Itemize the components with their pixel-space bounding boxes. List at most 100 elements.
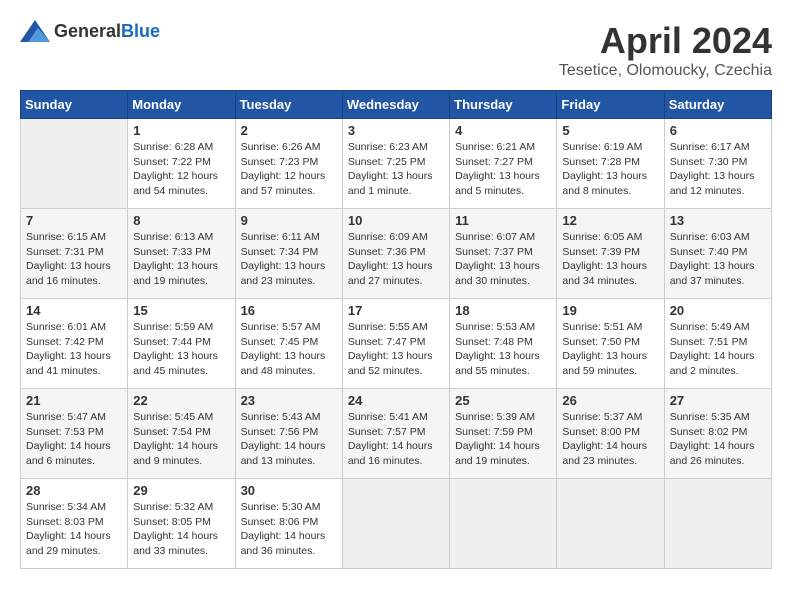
calendar-cell: 16 Sunrise: 5:57 AM Sunset: 7:45 PM Dayli… (235, 299, 342, 389)
calendar-cell (557, 479, 664, 569)
logo-text-blue: Blue (121, 21, 160, 41)
header-cell-monday: Monday (128, 91, 235, 119)
header-cell-thursday: Thursday (450, 91, 557, 119)
calendar-week-4: 21Sunrise: 5:47 AM Sunset: 7:53 PM Dayli… (21, 389, 772, 479)
calendar-cell: 23 Sunrise: 5:43 AM Sunset: 7:56 PM Dayli… (235, 389, 342, 479)
calendar-cell: 27Sunrise: 5:35 AM Sunset: 8:02 PM Dayli… (664, 389, 771, 479)
calendar-cell: 6 Sunrise: 6:17 AM Sunset: 7:30 PM Daylig… (664, 119, 771, 209)
day-info: Sunrise: 6:23 AM Sunset: 7:25 PM Dayligh… (348, 140, 444, 199)
day-info: Sunrise: 5:43 AM Sunset: 7:56 PM Dayligh… (241, 410, 337, 469)
day-info: Sunrise: 6:17 AM Sunset: 7:30 PM Dayligh… (670, 140, 766, 199)
day-info: Sunrise: 5:51 AM Sunset: 7:50 PM Dayligh… (562, 320, 658, 379)
day-info: Sunrise: 5:59 AM Sunset: 7:44 PM Dayligh… (133, 320, 229, 379)
calendar-week-3: 14Sunrise: 6:01 AM Sunset: 7:42 PM Dayli… (21, 299, 772, 389)
day-number: 26 (562, 393, 658, 408)
day-info: Sunrise: 5:53 AM Sunset: 7:48 PM Dayligh… (455, 320, 551, 379)
day-info: Sunrise: 6:11 AM Sunset: 7:34 PM Dayligh… (241, 230, 337, 289)
calendar-cell: 25 Sunrise: 5:39 AM Sunset: 7:59 PM Dayli… (450, 389, 557, 479)
calendar-table: SundayMondayTuesdayWednesdayThursdayFrid… (20, 90, 772, 569)
calendar-cell: 11 Sunrise: 6:07 AM Sunset: 7:37 PM Dayli… (450, 209, 557, 299)
day-number: 27 (670, 393, 766, 408)
header-cell-tuesday: Tuesday (235, 91, 342, 119)
calendar-cell: 26 Sunrise: 5:37 AM Sunset: 8:00 PM Dayli… (557, 389, 664, 479)
day-number: 19 (562, 303, 658, 318)
calendar-cell: 21Sunrise: 5:47 AM Sunset: 7:53 PM Dayli… (21, 389, 128, 479)
day-number: 8 (133, 213, 229, 228)
day-number: 22 (133, 393, 229, 408)
header-cell-friday: Friday (557, 91, 664, 119)
calendar-week-5: 28 Sunrise: 5:34 AM Sunset: 8:03 PM Dayli… (21, 479, 772, 569)
day-info: Sunrise: 6:13 AM Sunset: 7:33 PM Dayligh… (133, 230, 229, 289)
day-info: Sunrise: 6:28 AM Sunset: 7:22 PM Dayligh… (133, 140, 229, 199)
calendar-body: 1 Sunrise: 6:28 AM Sunset: 7:22 PM Daylig… (21, 119, 772, 569)
day-info: Sunrise: 5:57 AM Sunset: 7:45 PM Dayligh… (241, 320, 337, 379)
header-cell-sunday: Sunday (21, 91, 128, 119)
day-info: Sunrise: 6:07 AM Sunset: 7:37 PM Dayligh… (455, 230, 551, 289)
day-number: 16 (241, 303, 337, 318)
logo: GeneralBlue (20, 20, 160, 42)
calendar-cell: 18 Sunrise: 5:53 AM Sunset: 7:48 PM Dayli… (450, 299, 557, 389)
calendar-cell: 4 Sunrise: 6:21 AM Sunset: 7:27 PM Daylig… (450, 119, 557, 209)
day-number: 18 (455, 303, 551, 318)
calendar-cell: 8 Sunrise: 6:13 AM Sunset: 7:33 PM Daylig… (128, 209, 235, 299)
day-number: 28 (26, 483, 122, 498)
day-info: Sunrise: 5:45 AM Sunset: 7:54 PM Dayligh… (133, 410, 229, 469)
month-year-title: April 2024 (559, 20, 772, 62)
day-number: 30 (241, 483, 337, 498)
day-info: Sunrise: 5:41 AM Sunset: 7:57 PM Dayligh… (348, 410, 444, 469)
calendar-week-1: 1 Sunrise: 6:28 AM Sunset: 7:22 PM Daylig… (21, 119, 772, 209)
day-number: 24 (348, 393, 444, 408)
day-info: Sunrise: 5:49 AM Sunset: 7:51 PM Dayligh… (670, 320, 766, 379)
calendar-cell (664, 479, 771, 569)
day-number: 7 (26, 213, 122, 228)
day-info: Sunrise: 5:37 AM Sunset: 8:00 PM Dayligh… (562, 410, 658, 469)
calendar-cell: 14Sunrise: 6:01 AM Sunset: 7:42 PM Dayli… (21, 299, 128, 389)
calendar-header: SundayMondayTuesdayWednesdayThursdayFrid… (21, 91, 772, 119)
day-number: 4 (455, 123, 551, 138)
calendar-cell: 15 Sunrise: 5:59 AM Sunset: 7:44 PM Dayli… (128, 299, 235, 389)
day-number: 25 (455, 393, 551, 408)
calendar-cell: 2 Sunrise: 6:26 AM Sunset: 7:23 PM Daylig… (235, 119, 342, 209)
day-info: Sunrise: 5:32 AM Sunset: 8:05 PM Dayligh… (133, 500, 229, 559)
day-number: 12 (562, 213, 658, 228)
day-number: 3 (348, 123, 444, 138)
day-info: Sunrise: 6:03 AM Sunset: 7:40 PM Dayligh… (670, 230, 766, 289)
header-cell-saturday: Saturday (664, 91, 771, 119)
day-info: Sunrise: 6:21 AM Sunset: 7:27 PM Dayligh… (455, 140, 551, 199)
calendar-cell: 3 Sunrise: 6:23 AM Sunset: 7:25 PM Daylig… (342, 119, 449, 209)
day-number: 9 (241, 213, 337, 228)
day-info: Sunrise: 6:01 AM Sunset: 7:42 PM Dayligh… (26, 320, 122, 379)
day-number: 2 (241, 123, 337, 138)
logo-icon (20, 20, 50, 42)
day-number: 23 (241, 393, 337, 408)
day-number: 17 (348, 303, 444, 318)
logo-text-general: General (54, 21, 121, 41)
page-header: GeneralBlue April 2024 Tesetice, Olomouc… (20, 20, 772, 80)
day-number: 11 (455, 213, 551, 228)
calendar-cell (342, 479, 449, 569)
calendar-cell: 20 Sunrise: 5:49 AM Sunset: 7:51 PM Dayli… (664, 299, 771, 389)
day-info: Sunrise: 5:47 AM Sunset: 7:53 PM Dayligh… (26, 410, 122, 469)
calendar-cell (21, 119, 128, 209)
day-number: 1 (133, 123, 229, 138)
calendar-cell: 9 Sunrise: 6:11 AM Sunset: 7:34 PM Daylig… (235, 209, 342, 299)
day-info: Sunrise: 5:39 AM Sunset: 7:59 PM Dayligh… (455, 410, 551, 469)
day-number: 6 (670, 123, 766, 138)
day-number: 10 (348, 213, 444, 228)
calendar-cell: 13Sunrise: 6:03 AM Sunset: 7:40 PM Dayli… (664, 209, 771, 299)
day-info: Sunrise: 5:34 AM Sunset: 8:03 PM Dayligh… (26, 500, 122, 559)
day-info: Sunrise: 6:09 AM Sunset: 7:36 PM Dayligh… (348, 230, 444, 289)
calendar-cell: 7 Sunrise: 6:15 AM Sunset: 7:31 PM Daylig… (21, 209, 128, 299)
calendar-cell: 10 Sunrise: 6:09 AM Sunset: 7:36 PM Dayli… (342, 209, 449, 299)
location-subtitle: Tesetice, Olomoucky, Czechia (559, 62, 772, 80)
day-info: Sunrise: 6:15 AM Sunset: 7:31 PM Dayligh… (26, 230, 122, 289)
day-info: Sunrise: 5:55 AM Sunset: 7:47 PM Dayligh… (348, 320, 444, 379)
calendar-cell: 17 Sunrise: 5:55 AM Sunset: 7:47 PM Dayli… (342, 299, 449, 389)
day-info: Sunrise: 6:19 AM Sunset: 7:28 PM Dayligh… (562, 140, 658, 199)
day-number: 29 (133, 483, 229, 498)
day-info: Sunrise: 6:26 AM Sunset: 7:23 PM Dayligh… (241, 140, 337, 199)
day-number: 20 (670, 303, 766, 318)
header-cell-wednesday: Wednesday (342, 91, 449, 119)
header-row: SundayMondayTuesdayWednesdayThursdayFrid… (21, 91, 772, 119)
day-number: 15 (133, 303, 229, 318)
